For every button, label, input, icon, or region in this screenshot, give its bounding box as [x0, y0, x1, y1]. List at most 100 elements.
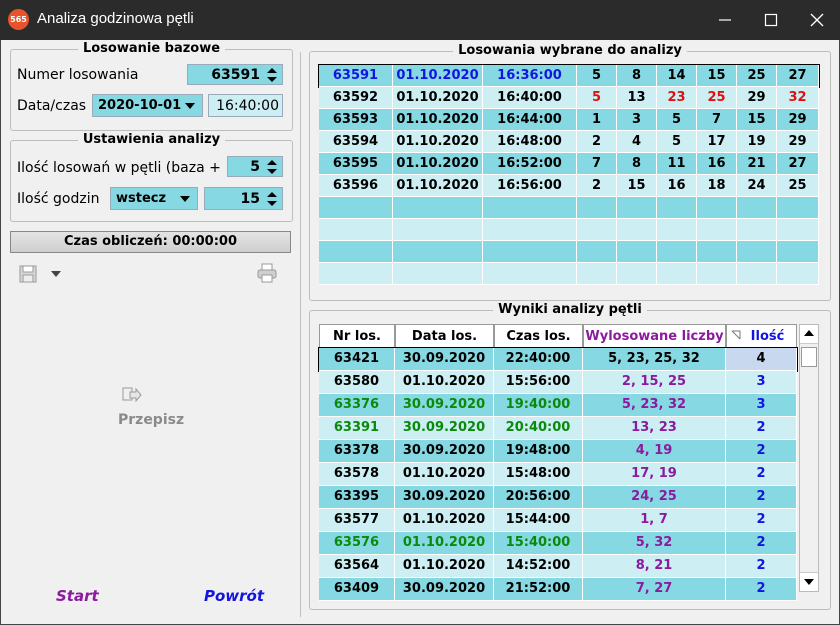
result-row[interactable]: 63578 01.10.2020 15:48:00 17, 19 2 — [319, 463, 797, 486]
result-row[interactable]: 63378 30.09.2020 19:48:00 4, 19 2 — [319, 440, 797, 463]
draw-number-cell: 15 — [737, 109, 777, 131]
result-row[interactable]: 63395 30.09.2020 20:56:00 24, 25 2 — [319, 486, 797, 509]
col-header-time[interactable]: Czas los. — [494, 324, 583, 348]
hours-count-value: 15 — [240, 191, 260, 207]
empty-row[interactable] — [319, 263, 819, 285]
empty-cell — [319, 219, 393, 241]
copy-button-label: Przepisz — [118, 412, 185, 428]
result-row[interactable]: 63376 30.09.2020 19:40:00 5, 23, 32 3 — [319, 394, 797, 417]
draw-number-cell: 16 — [697, 153, 737, 175]
result-row[interactable]: 63577 01.10.2020 15:44:00 1, 72 — [319, 509, 797, 532]
draw-number-cell: 17 — [697, 131, 737, 153]
draw-number-cell: 27 — [777, 65, 819, 87]
draw-number-cell: 25 — [777, 175, 819, 197]
result-row[interactable]: 63576 01.10.2020 15:40:00 5, 32 2 — [319, 532, 797, 555]
col-header-numbers[interactable]: Wylosowane liczby — [583, 324, 726, 348]
empty-cell — [657, 197, 697, 219]
draw-number-cell: 29 — [777, 109, 819, 131]
empty-cell — [617, 219, 657, 241]
scroll-thumb[interactable] — [801, 347, 817, 367]
result-row[interactable]: 63391 30.09.2020 20:40:00 13, 23 2 — [319, 417, 797, 440]
results-legend: Wyniki analizy pętli — [493, 302, 647, 317]
draw-number-cell: 27 — [777, 153, 819, 175]
selected-draw-row[interactable]: 63595 01.10.2020 16:52:00 7 8 11 16 21 27 — [319, 153, 819, 175]
back-button[interactable]: Powrót — [204, 587, 264, 605]
scroll-up-icon — [804, 330, 814, 336]
spinner-arrows-icon[interactable] — [266, 67, 278, 83]
empty-cell — [777, 219, 819, 241]
empty-row[interactable] — [319, 197, 819, 219]
direction-dropdown[interactable]: wstecz — [110, 187, 198, 210]
scroll-down-button[interactable] — [800, 572, 818, 591]
spinner-arrows-icon[interactable] — [266, 159, 278, 175]
empty-cell — [657, 263, 697, 285]
selected-draw-row[interactable]: 63596 01.10.2020 16:56:00 2 15 16 18 24 25 — [319, 175, 819, 197]
empty-cell — [617, 241, 657, 263]
start-button[interactable]: Start — [56, 587, 99, 605]
draw-time-cell: 16:40:00 — [483, 87, 577, 109]
draw-number-cell: 4 — [617, 131, 657, 153]
draw-number-cell: 13 — [617, 87, 657, 109]
col-header-count[interactable]: Ilość — [726, 324, 797, 348]
col-header-nr[interactable]: Nr los. — [319, 324, 395, 348]
result-time-cell: 19:40:00 — [494, 394, 583, 417]
save-icon[interactable] — [18, 264, 38, 284]
result-time-cell: 22:40:00 — [494, 348, 583, 371]
maximize-button[interactable] — [748, 0, 794, 40]
copy-button[interactable]: Przepisz — [112, 385, 192, 433]
app-icon: 565 — [8, 9, 29, 30]
selected-draw-row[interactable]: 63593 01.10.2020 16:44:00 1 3 5 7 15 29 — [319, 109, 819, 131]
draw-date-cell: 01.10.2020 — [393, 153, 483, 175]
result-count-cell: 2 — [726, 463, 797, 486]
empty-cell — [697, 241, 737, 263]
draw-number-cell: 5 — [657, 131, 697, 153]
analysis-settings-group: Ustawienia analizy Ilość losowań w pętli… — [10, 132, 293, 222]
result-row[interactable]: 63409 30.09.2020 21:52:00 7, 27 2 — [319, 578, 797, 601]
empty-cell — [697, 219, 737, 241]
result-date-cell: 30.09.2020 — [395, 440, 494, 463]
date-value: 2020-10-01 — [98, 98, 182, 113]
spinner-arrows-icon[interactable] — [266, 191, 278, 207]
empty-cell — [737, 241, 777, 263]
selected-draw-row[interactable]: 63592 01.10.2020 16:40:00 5 13 23 25 29 32 — [319, 87, 819, 109]
draw-number-value: 63591 — [211, 67, 260, 83]
draw-number-cell: 1 — [577, 109, 617, 131]
scroll-up-button[interactable] — [800, 325, 818, 344]
empty-row[interactable] — [319, 219, 819, 241]
result-time-cell: 19:48:00 — [494, 440, 583, 463]
time-field[interactable]: 16:40:00 — [208, 94, 283, 117]
empty-cell — [483, 263, 577, 285]
empty-cell — [617, 197, 657, 219]
base-draw-group: Losowanie bazowe Numer losowania 63591 D… — [10, 41, 293, 131]
col-header-date[interactable]: Data los. — [395, 324, 494, 348]
draw-number-spinner[interactable]: 63591 — [187, 64, 283, 85]
hours-count-spinner[interactable]: 15 — [204, 187, 283, 210]
chevron-down-icon[interactable] — [50, 270, 62, 278]
datetime-label: Data/czas — [17, 98, 87, 114]
draw-date-cell: 01.10.2020 — [393, 175, 483, 197]
selected-draw-row[interactable]: 63594 01.10.2020 16:48:00 2 4 5 17 19 29 — [319, 131, 819, 153]
minimize-button[interactable] — [702, 0, 748, 40]
result-row[interactable]: 63421 30.09.2020 22:40:00 5, 23, 25, 32 4 — [318, 347, 798, 372]
loop-count-spinner[interactable]: 5 — [227, 156, 283, 177]
result-row[interactable]: 63564 01.10.2020 14:52:00 8, 21 2 — [319, 555, 797, 578]
draw-number-cell: 29 — [737, 87, 777, 109]
draw-number-cell: 15 — [697, 65, 737, 87]
draw-number-cell: 2 — [577, 131, 617, 153]
draw-date-cell: 01.10.2020 — [393, 131, 483, 153]
draw-number-cell: 14 — [657, 65, 697, 87]
selected-draw-row[interactable]: 63591 01.10.2020 16:36:00 5 8 14 15 25 27 — [318, 64, 820, 88]
results-scrollbar[interactable] — [799, 324, 819, 592]
empty-cell — [319, 263, 393, 285]
empty-cell — [577, 241, 617, 263]
date-dropdown[interactable]: 2020-10-01 — [92, 94, 203, 117]
result-row[interactable]: 63580 01.10.2020 15:56:00 2, 15, 25 3 — [319, 371, 797, 394]
print-icon[interactable] — [256, 263, 278, 283]
col-header-count-label: Ilość — [750, 329, 785, 344]
draw-time-cell: 16:52:00 — [483, 153, 577, 175]
draw-number-cell: 15 — [617, 175, 657, 197]
close-button[interactable] — [794, 0, 840, 40]
empty-row[interactable] — [319, 241, 819, 263]
minimize-icon — [719, 19, 731, 21]
scroll-down-icon — [804, 579, 814, 585]
